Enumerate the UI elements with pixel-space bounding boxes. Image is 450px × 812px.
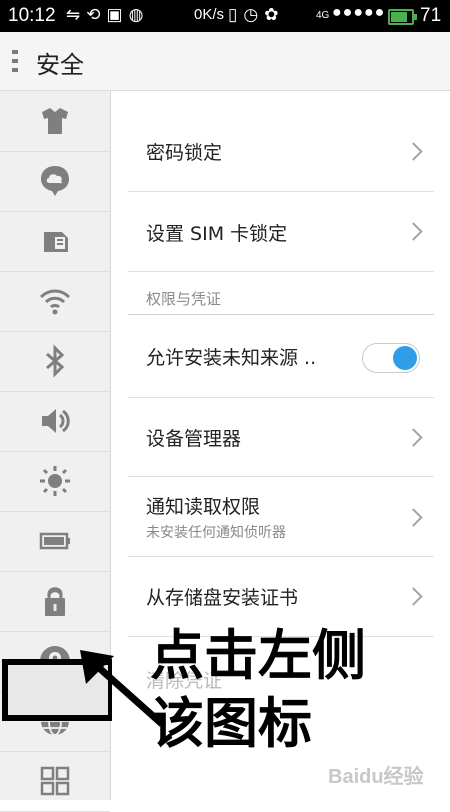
toggle-knob (393, 346, 417, 370)
volume-icon (42, 409, 70, 433)
unknown-sources-label: 允许安装未知来源 .. (146, 347, 317, 369)
sidebar-item-apps[interactable] (0, 751, 110, 812)
battery-icon (39, 532, 70, 550)
brightness-icon (40, 466, 70, 496)
battery-icon (388, 9, 417, 25)
status-icons-right: ▯◷✿ (228, 5, 284, 25)
sidebar-item-wifi[interactable] (0, 271, 110, 332)
watermark: Baidu经验 (328, 766, 424, 788)
sync-icon: ⟲ (86, 5, 107, 24)
weibo-icon: ◍ (128, 5, 150, 24)
title-bar: 安全 (0, 32, 450, 91)
sidebar-item-brightness[interactable] (0, 451, 110, 512)
annotation-text: 点击左侧 该图标 (150, 622, 366, 758)
unknown-sources-toggle[interactable] (362, 343, 420, 373)
annotation-line-2: 该图标 (150, 692, 312, 755)
chevron-right-icon (404, 142, 423, 161)
lock-icon-glyph (45, 589, 65, 616)
apps-grid-icon (40, 766, 70, 796)
menu-icon[interactable] (12, 50, 18, 72)
device-admin-row[interactable]: 设备管理器 (128, 396, 434, 477)
theme-icon (42, 108, 68, 134)
notification-access-row[interactable]: 通知读取权限 未安装任何通知侦听器 (128, 476, 434, 557)
chevron-right-icon (404, 508, 423, 527)
lock-icon[interactable] (38, 586, 72, 620)
wifi-icon (39, 289, 71, 315)
chevron-right-icon (404, 587, 423, 606)
cloud-icon (41, 166, 69, 196)
sidebar-item-theme[interactable] (0, 91, 110, 152)
network-type: 4G (316, 10, 330, 21)
image-icon: ▣ (106, 5, 129, 24)
sidebar-item-sim[interactable] (0, 211, 110, 272)
unknown-sources-row[interactable]: 允许安装未知来源 .. (128, 314, 434, 398)
sidebar-item-volume[interactable] (0, 391, 110, 452)
install-from-storage-label: 从存储盘安装证书 (146, 587, 299, 609)
page-title: 安全 (36, 51, 84, 79)
status-time: 10:12 (8, 5, 56, 26)
notification-access-sublabel: 未安装任何通知侦听器 (146, 525, 286, 541)
status-icons-left: ⇋⟲▣◍ (66, 5, 149, 25)
notification-access-label: 通知读取权限 (146, 496, 261, 518)
sim-lock-row[interactable]: 设置 SIM 卡锁定 (128, 191, 434, 272)
sim-card-icon (44, 232, 68, 252)
signal-icon: ●●●●● (332, 4, 386, 21)
usb-icon: ⇋ (66, 5, 87, 24)
sidebar-item-bluetooth[interactable] (0, 331, 110, 392)
alarm-icon: ◷ (243, 5, 265, 24)
bluetooth-icon (46, 344, 65, 378)
chevron-right-icon (404, 222, 423, 241)
sim-lock-label: 设置 SIM 卡锁定 (146, 223, 288, 245)
network-speed: 0K/s (194, 6, 225, 23)
device-admin-label: 设备管理器 (146, 428, 242, 450)
status-bar: 10:12 ⇋⟲▣◍ 0K/s ▯◷✿ 4G ●●●●● 71 (0, 0, 450, 32)
sidebar-item-cloud[interactable] (0, 151, 110, 212)
sidebar-item-battery[interactable] (0, 511, 110, 572)
password-lock-label: 密码锁定 (146, 142, 223, 164)
section-header-permissions: 权限与凭证 (146, 290, 222, 308)
password-lock-row[interactable]: 密码锁定 (128, 111, 434, 192)
vibrate-icon: ▯ (228, 5, 244, 24)
annotation-line-1: 点击左侧 (150, 624, 366, 687)
paw-icon: ✿ (264, 5, 285, 24)
battery-level: 71 (420, 5, 442, 26)
chevron-right-icon (404, 428, 423, 447)
